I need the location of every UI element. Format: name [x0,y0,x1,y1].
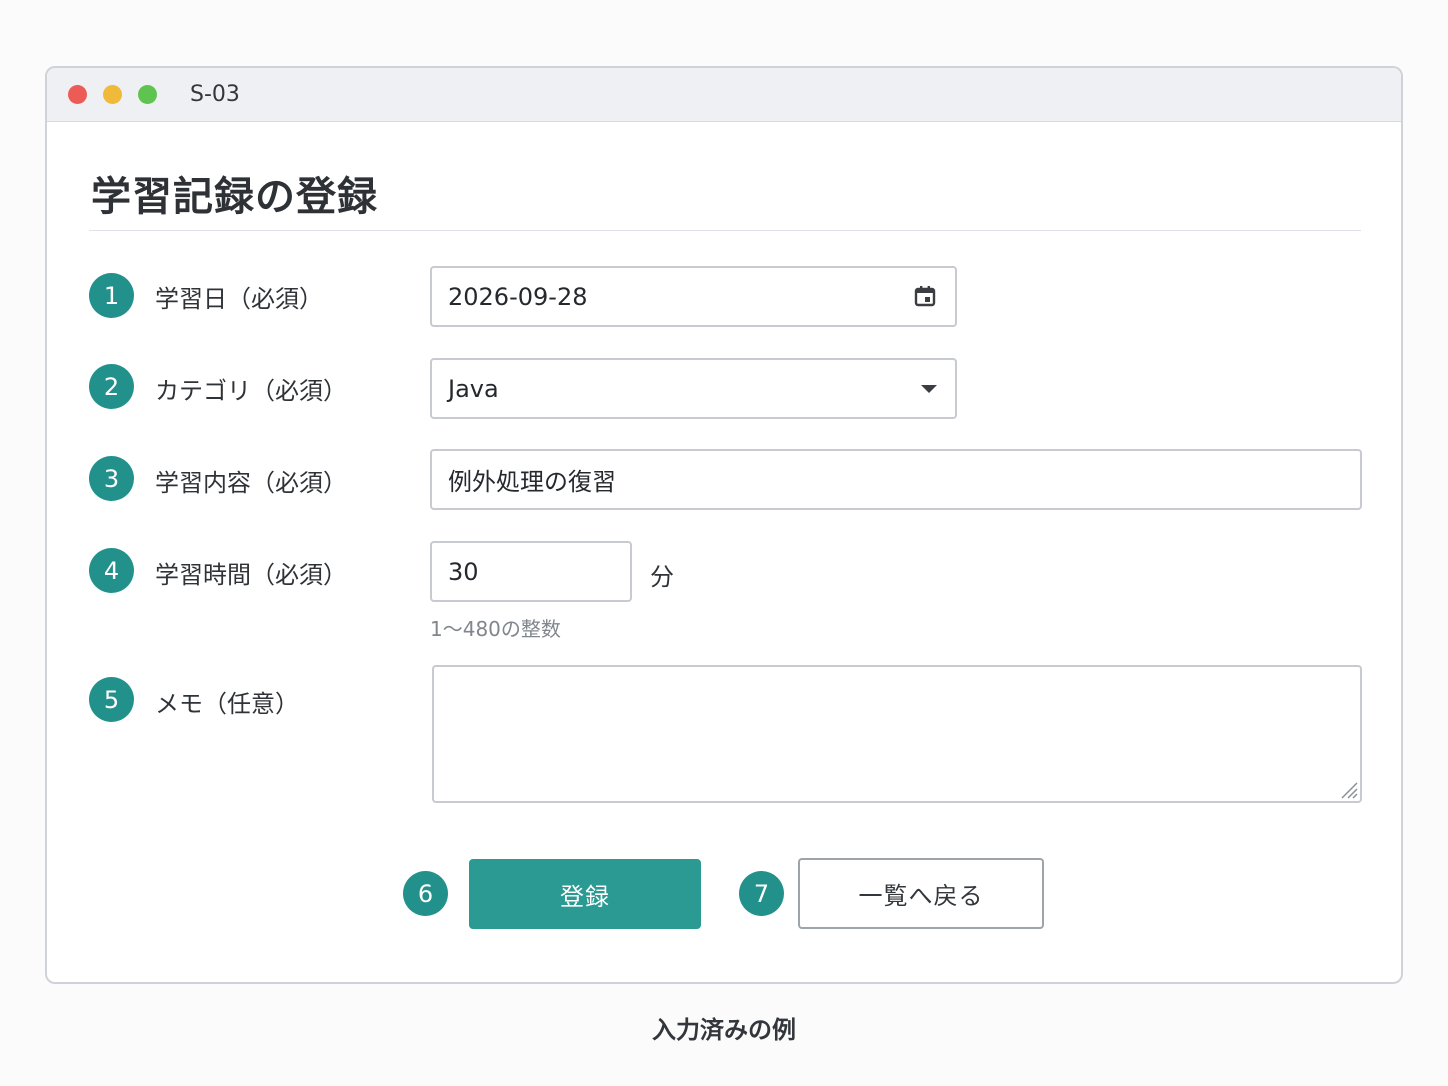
close-window-button[interactable] [68,85,87,104]
step-badge-3: 3 [89,456,134,501]
step-badge-1: 1 [89,273,134,318]
study-content-label: 学習内容（必須） [155,469,347,497]
category-select[interactable]: Java [430,358,957,419]
app-window: S-03 学習記録の登録 1 学習日（必須） 2026-09-28 2 カテゴリ… [45,66,1403,984]
chevron-down-icon[interactable] [921,385,937,393]
memo-label: メモ（任意） [155,690,299,718]
step-badge-5: 5 [89,677,134,722]
register-button[interactable]: 登録 [469,859,701,929]
step-badge-7: 7 [739,871,784,916]
window-titlebar: S-03 [47,68,1401,122]
step-badge-4: 4 [89,548,134,593]
title-divider [89,230,1361,231]
study-time-hint: 1〜480の整数 [430,617,561,641]
figure-caption: 入力済みの例 [652,1016,796,1044]
step-badge-2: 2 [89,364,134,409]
page-title: 学習記録の登録 [91,174,378,220]
study-content-input[interactable]: 例外処理の復習 [430,449,1362,510]
study-date-input[interactable]: 2026-09-28 [430,266,957,327]
study-content-value: 例外処理の復習 [448,468,616,496]
minimize-window-button[interactable] [103,85,122,104]
study-time-input[interactable]: 30 [430,541,632,602]
minutes-unit: 分 [650,563,674,591]
study-date-value: 2026-09-28 [448,282,588,311]
category-value: Java [448,374,499,403]
category-label: カテゴリ（必須） [155,377,347,405]
back-to-list-button[interactable]: 一覧へ戻る [798,858,1044,929]
memo-textarea[interactable] [432,665,1362,803]
study-date-label: 学習日（必須） [155,285,323,313]
calendar-icon[interactable] [913,284,937,308]
maximize-window-button[interactable] [138,85,157,104]
window-title: S-03 [190,82,240,107]
study-time-label: 学習時間（必須） [155,561,347,589]
study-time-value: 30 [448,557,479,586]
step-badge-6: 6 [403,871,448,916]
resize-grip-icon[interactable] [1338,779,1358,799]
